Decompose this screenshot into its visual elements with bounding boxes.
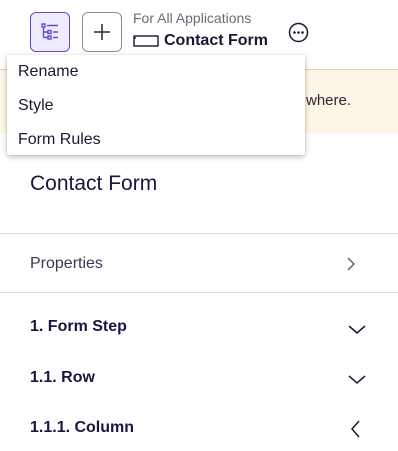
page-title: Contact Form (30, 172, 158, 195)
form-title: Contact Form (164, 32, 268, 49)
context-label: For All Applications (133, 10, 252, 26)
options-menu: Rename Style Form Rules (7, 55, 305, 155)
chevron-down-icon[interactable] (347, 371, 367, 387)
menu-item-style[interactable]: Style (18, 97, 54, 115)
banner-text: where. (306, 92, 352, 109)
chevron-left-icon[interactable] (348, 419, 364, 439)
chevron-right-icon (347, 257, 355, 271)
tree-item-label: 1.1.1. Column (30, 419, 135, 436)
structure-toggle-button[interactable] (30, 12, 70, 52)
more-options-button[interactable] (288, 22, 309, 43)
list-tree-icon (41, 23, 58, 40)
divider (0, 233, 398, 234)
add-element-button[interactable] (82, 12, 122, 52)
tree-item-label: 1. Form Step (30, 318, 127, 335)
plus-icon (94, 24, 110, 40)
divider (0, 292, 398, 293)
properties-label: Properties (30, 255, 103, 272)
chevron-down-icon[interactable] (347, 321, 367, 337)
tree-item-label: 1.1. Row (30, 369, 95, 386)
ellipsis-circle-icon (288, 22, 309, 43)
menu-item-form-rules[interactable]: Form Rules (18, 131, 101, 149)
menu-item-rename[interactable]: Rename (18, 63, 78, 81)
form-title-group: Contact Form (133, 30, 268, 52)
form-outline-icon (133, 35, 159, 47)
